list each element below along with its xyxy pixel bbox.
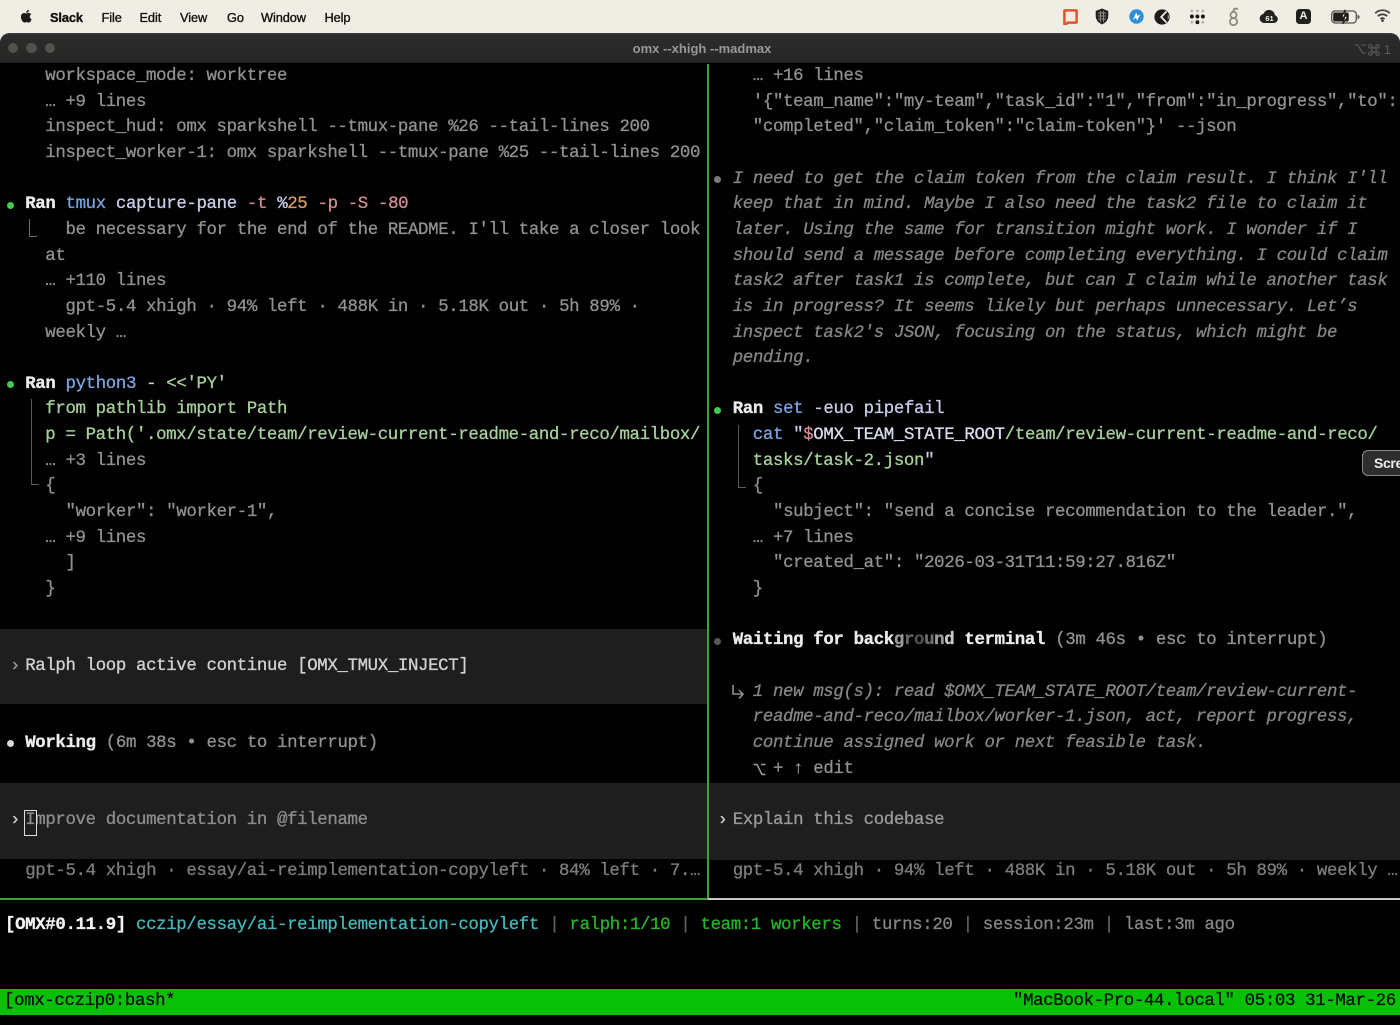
svg-text:61: 61: [1265, 14, 1273, 23]
